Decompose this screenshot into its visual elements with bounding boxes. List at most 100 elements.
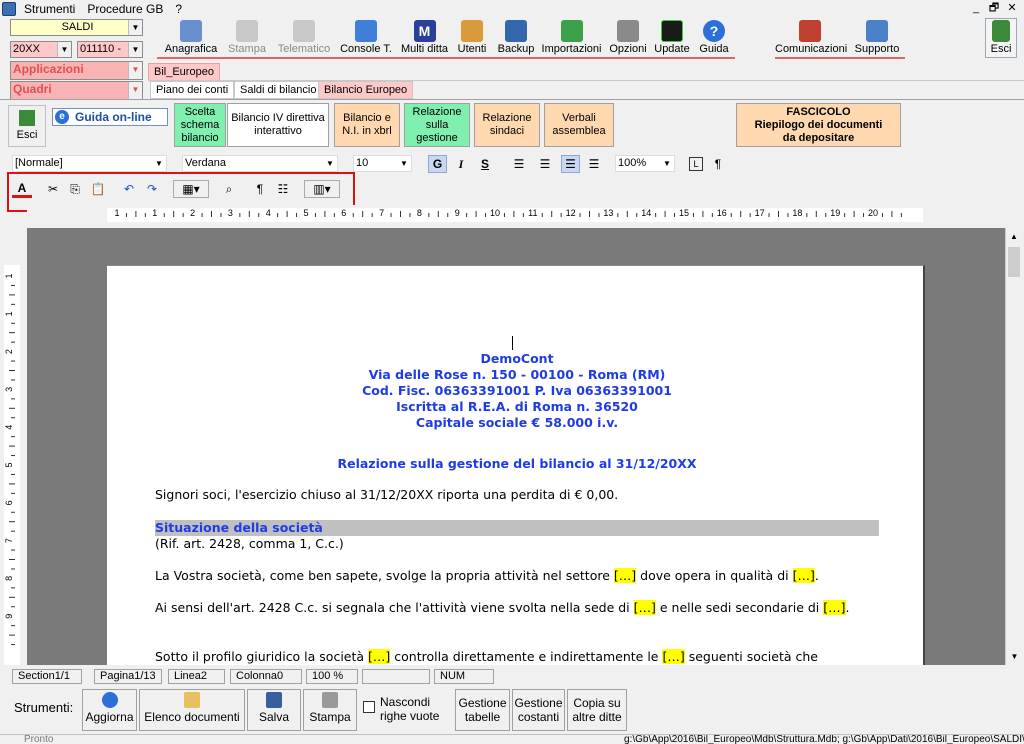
importazioni-button[interactable]: Importazioni [538, 18, 605, 58]
salva-button[interactable]: Salva [247, 689, 301, 731]
ruler-tick-label: 7 [379, 208, 384, 218]
exit-door-icon [19, 110, 35, 126]
doc-company: DemoCont [480, 351, 554, 366]
opzioni-button[interactable]: Opzioni [607, 18, 649, 58]
tab-bilancio-europeo[interactable]: Bilancio Europeo [318, 81, 414, 99]
bilancio-xbrl-button[interactable]: Bilancio e N.I. in xbrl [334, 103, 400, 147]
vertical-scrollbar[interactable]: ▲ ▼ [1005, 228, 1022, 665]
zoom-select[interactable]: 100% ▼ [615, 155, 675, 172]
doc-paragraph-3: Ai sensi dell'art. 2428 C.c. si segnala … [155, 600, 850, 615]
floppy-disk-icon [266, 692, 282, 708]
multi-ditta-button[interactable]: M Multi ditta [397, 18, 452, 58]
comunicazioni-button[interactable]: Comunicazioni [774, 18, 847, 58]
update-button[interactable]: Update [651, 18, 693, 58]
gestione-costanti-button[interactable]: Gestione costanti [512, 689, 565, 731]
insert-object-icon[interactable]: ▥▾ [304, 180, 340, 198]
copia-altre-ditte-button[interactable]: Copia su altre ditte [567, 689, 627, 731]
tab-bil-europeo[interactable]: Bil_Europeo [148, 63, 220, 81]
tab-piano-dei-conti[interactable]: Piano dei conti [150, 81, 235, 99]
italic-button[interactable]: I [452, 155, 470, 173]
menu-help[interactable]: ? [169, 2, 188, 16]
gestione-tabelle-button[interactable]: Gestione tabelle [455, 689, 510, 731]
restore-button[interactable]: 🗗 [986, 1, 1002, 15]
undo-icon[interactable]: ↶ [120, 180, 138, 198]
console-button[interactable]: Console T. [336, 18, 396, 58]
menu-strumenti[interactable]: Strumenti [18, 2, 81, 16]
stampa-button[interactable]: Stampa [303, 689, 357, 731]
scroll-thumb[interactable] [1008, 247, 1020, 277]
pilcrow-icon[interactable]: ¶ [711, 155, 725, 173]
paragraph-format-icon[interactable]: ¶ [251, 180, 269, 198]
scroll-up-icon[interactable]: ▲ [1006, 228, 1022, 245]
scroll-down-icon[interactable]: ▼ [1006, 648, 1023, 665]
vertical-ruler[interactable]: 1 1 2 3 4 5 6 7 8 9 [0, 228, 27, 665]
esci-main-button[interactable]: Esci [985, 18, 1017, 58]
printer-icon [322, 692, 338, 708]
supporto-button[interactable]: Supporto [848, 18, 906, 58]
vruler-tick-label: 2 [4, 349, 14, 354]
year-select[interactable]: 20XX ▼ [10, 41, 72, 58]
ruler-tick-label: 18 [792, 208, 802, 218]
scelta-schema-bilancio-button[interactable]: Scelta schema bilancio [174, 103, 226, 147]
applicazioni-select[interactable]: Applicazioni ▼ [10, 61, 143, 80]
vruler-graphics: 1 1 2 3 4 5 6 7 8 9 [4, 265, 20, 665]
menu-procedure-gb[interactable]: Procedure GB [81, 2, 169, 16]
tab-saldi-di-bilancio[interactable]: Saldi di bilancio [234, 81, 323, 99]
find-binoculars-icon[interactable]: ⌕ [219, 180, 239, 198]
font-color-icon[interactable]: A [12, 180, 32, 198]
relazione-gestione-button[interactable]: Relazione sulla gestione [404, 103, 470, 147]
quadri-select[interactable]: Quadri ▼ [10, 81, 143, 100]
status-column: Colonna0 [230, 669, 302, 684]
multi-company-icon: M [413, 20, 436, 42]
bold-button[interactable]: G [428, 155, 447, 173]
close-button[interactable]: ✕ [1004, 1, 1020, 15]
nascondi-righe-checkbox[interactable] [363, 701, 375, 713]
ruler-tick-label: 4 [266, 208, 271, 218]
font-select[interactable]: Verdana ▼ [182, 155, 338, 172]
vruler-tick-label: 8 [4, 576, 14, 581]
align-left-icon[interactable]: ☰ [510, 155, 528, 173]
font-size-select[interactable]: 10 ▼ [353, 155, 412, 172]
strumenti-label: Strumenti: [14, 700, 74, 715]
doc-title: Relazione sulla gestione del bilancio al… [337, 456, 697, 471]
window-controls: _ 🗗 ✕ [968, 1, 1020, 15]
company-code-select[interactable]: 011110 - ▼ [77, 41, 143, 58]
copy-icon[interactable]: ⎘ [66, 180, 84, 198]
align-center-icon[interactable]: ☰ [561, 155, 580, 173]
doc-paragraph-1: Signori soci, l'esercizio chiuso al 31/1… [155, 487, 619, 502]
ruler-tick-label: 8 [417, 208, 422, 218]
stampa-toolbar-button[interactable]: Stampa [222, 18, 272, 58]
bilancio-iv-direttiva-button[interactable]: Bilancio IV direttiva interattivo [227, 103, 329, 147]
fascicolo-button[interactable]: FASCICOLO Riepilogo dei documenti da dep… [736, 103, 901, 147]
telematico-button[interactable]: Telematico [273, 18, 335, 58]
refresh-icon [101, 692, 118, 708]
align-right-icon[interactable]: ☰ [536, 155, 554, 173]
verbali-assemblea-button[interactable]: Verbali assemblea [544, 103, 614, 147]
table-insert-icon[interactable]: ▦▾ [173, 180, 209, 198]
style-select[interactable]: [Normale] ▼ [12, 155, 167, 172]
minimize-button[interactable]: _ [968, 1, 984, 15]
anagrafica-button[interactable]: Anagrafica [161, 18, 221, 58]
align-justify-icon[interactable]: ☰ [585, 155, 603, 173]
monitor-icon [661, 20, 683, 42]
paste-icon[interactable]: 📋 [88, 180, 108, 198]
bullet-list-icon[interactable]: ☷ [274, 180, 292, 198]
ruler-tick-label: 14 [641, 208, 651, 218]
horizontal-ruler[interactable]: 1 1 2 3 4 5 6 7 8 9 10 11 12 13 14 15 16 17 18 19 20 [27, 205, 1024, 227]
esci-section-button[interactable]: Esci [8, 105, 46, 147]
page-layout-icon[interactable]: L [689, 157, 703, 171]
footer-status: Pronto [24, 734, 54, 744]
underline-button[interactable]: S [476, 155, 494, 173]
guida-toolbar-button[interactable]: ? Guida [695, 18, 733, 58]
saldi-select[interactable]: SALDI ▼ [10, 19, 143, 36]
console-icon [355, 20, 377, 42]
cut-icon[interactable]: ✂ [44, 180, 62, 198]
backup-button[interactable]: Backup [496, 18, 536, 58]
relazione-sindaci-button[interactable]: Relazione sindaci [474, 103, 540, 147]
ruler-tick-label: 15 [679, 208, 689, 218]
elenco-documenti-button[interactable]: Elenco documenti [139, 689, 245, 731]
aggiorna-button[interactable]: Aggiorna [82, 689, 137, 731]
redo-icon[interactable]: ↷ [143, 180, 161, 198]
utenti-button[interactable]: Utenti [453, 18, 491, 58]
guida-online-button[interactable]: e Guida on-line [52, 108, 168, 126]
